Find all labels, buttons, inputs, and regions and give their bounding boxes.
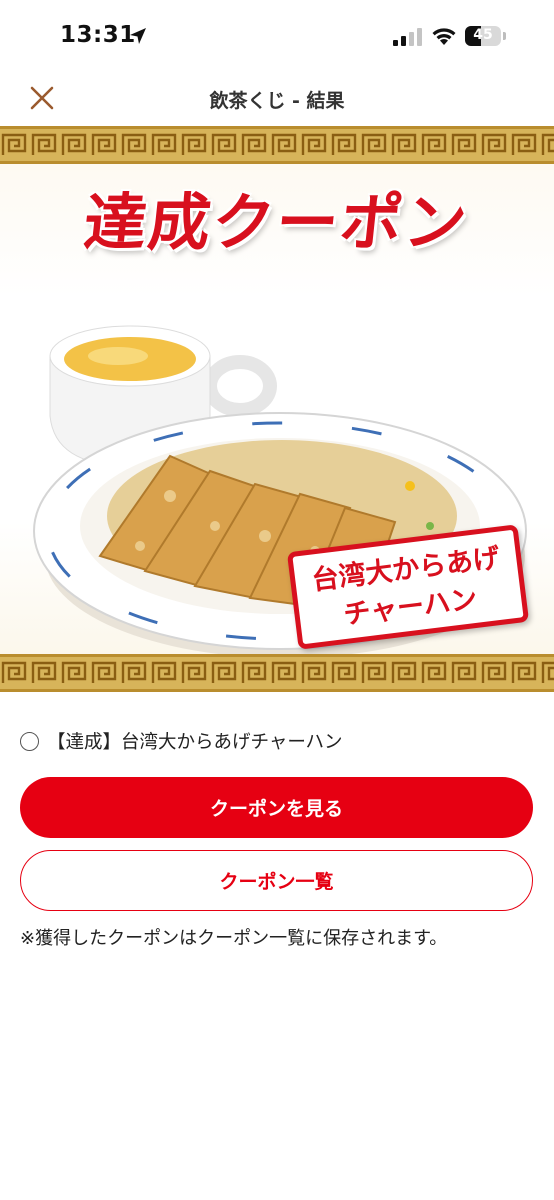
fret-border-top bbox=[0, 126, 554, 164]
app-screen: 13:31 45 飲茶くじ - 結果 達成クーポン 台湾大からあげ チャーハン … bbox=[0, 0, 554, 1200]
wifi-icon bbox=[432, 28, 456, 45]
fret-border-bottom bbox=[0, 654, 554, 692]
coupon-list-button[interactable]: クーポン一覧 bbox=[20, 850, 533, 911]
cellular-signal-icon bbox=[393, 28, 422, 46]
coupon-radio[interactable] bbox=[20, 731, 39, 751]
page-title: 飲茶くじ - 結果 bbox=[209, 90, 345, 112]
status-bar: 13:31 45 bbox=[0, 0, 554, 70]
coupon-banner-image: 達成クーポン 台湾大からあげ チャーハン bbox=[0, 126, 554, 692]
status-time: 13:31 bbox=[60, 22, 136, 48]
nav-header: 飲茶くじ - 結果 bbox=[0, 70, 554, 126]
save-note: ※獲得したクーポンはクーポン一覧に保存されます。 bbox=[20, 928, 448, 949]
coupon-option[interactable]: 【達成】台湾大からあげチャーハン bbox=[20, 726, 540, 756]
location-arrow-icon bbox=[130, 28, 146, 44]
battery-cap bbox=[503, 32, 506, 40]
view-coupon-button[interactable]: クーポンを見る bbox=[20, 777, 533, 838]
battery-icon: 45 bbox=[465, 26, 501, 46]
coupon-label: 【達成】台湾大からあげチャーハン bbox=[47, 732, 343, 753]
battery-level: 45 bbox=[473, 27, 493, 43]
